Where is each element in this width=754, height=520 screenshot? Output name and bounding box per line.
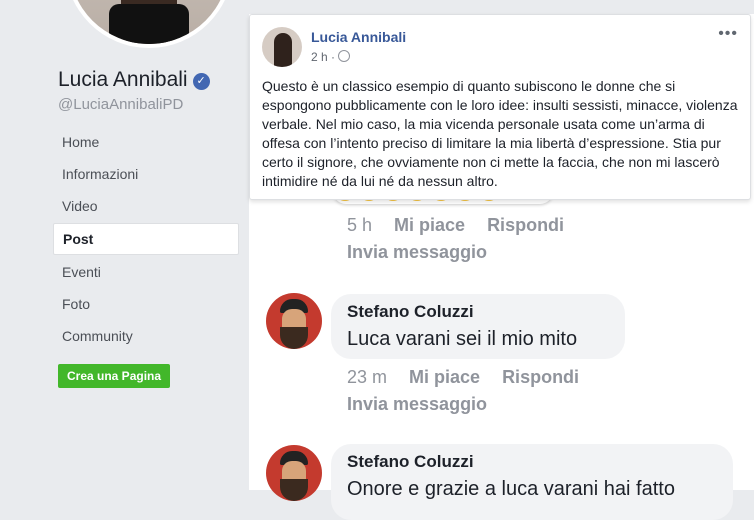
nav-home[interactable]: Home — [53, 127, 239, 157]
like-link[interactable]: Mi piace — [409, 367, 480, 387]
reply-link[interactable]: Rispondi — [502, 367, 579, 387]
verified-badge-icon: ✓ — [192, 73, 210, 90]
send-message-link[interactable]: Invia messaggio — [347, 242, 487, 263]
reply-link[interactable]: Rispondi — [487, 215, 564, 235]
page-sidebar: Lucia Annibali ✓ @LuciaAnnibaliPD Home In… — [0, 0, 249, 490]
commenter-avatar[interactable] — [266, 445, 322, 501]
nav-eventi[interactable]: Eventi — [53, 257, 239, 287]
nav-video[interactable]: Video — [53, 191, 239, 221]
comment-time[interactable]: 5 h — [347, 215, 372, 235]
nav-informazioni[interactable]: Informazioni — [53, 159, 239, 189]
commenter-name[interactable]: Stefano Coluzzi — [347, 452, 717, 472]
create-page-button[interactable]: Crea una Pagina — [58, 364, 171, 388]
page-handle: @LuciaAnnibaliPD — [58, 96, 184, 113]
comment-bubble: Stefano Coluzzi Onore e grazie a luca va… — [331, 444, 733, 520]
commenter-name[interactable]: Stefano Coluzzi — [347, 302, 609, 322]
nav-post[interactable]: Post — [53, 223, 239, 255]
more-options-icon[interactable]: ••• — [718, 25, 738, 43]
feed: 5 h Mi piace Rispondi Invia messaggio Stef… — [249, 0, 754, 520]
post-card: Lucia Annibali 2 h · ••• Questo è un cla… — [249, 14, 751, 200]
nav-foto[interactable]: Foto — [53, 289, 239, 319]
comment-text: Luca varani sei il mio mito — [347, 328, 578, 350]
post-text: Questo è un classico esempio di quanto s… — [262, 78, 738, 189]
post-author-avatar[interactable] — [262, 27, 302, 67]
comment-bubble: Stefano Coluzzi Luca varani sei il mio m… — [331, 294, 625, 359]
comment-actions: 23 m Mi piace Rispondi — [347, 367, 601, 388]
post-author[interactable]: Lucia Annibali — [311, 29, 406, 45]
page-nav: Home Informazioni Video Post Eventi Foto… — [53, 127, 239, 353]
commenter-avatar[interactable] — [266, 293, 322, 349]
feed-top-gap — [249, 0, 754, 14]
profile-picture[interactable] — [65, 0, 233, 48]
page-title[interactable]: Lucia Annibali ✓ — [58, 68, 210, 92]
post-timestamp[interactable]: 2 h · — [311, 50, 351, 64]
nav-community[interactable]: Community — [53, 321, 239, 351]
comment-time[interactable]: 23 m — [347, 367, 387, 387]
globe-icon — [338, 50, 351, 62]
like-link[interactable]: Mi piace — [394, 215, 465, 235]
send-message-link[interactable]: Invia messaggio — [347, 394, 487, 415]
comment-actions: 5 h Mi piace Rispondi — [347, 215, 586, 236]
